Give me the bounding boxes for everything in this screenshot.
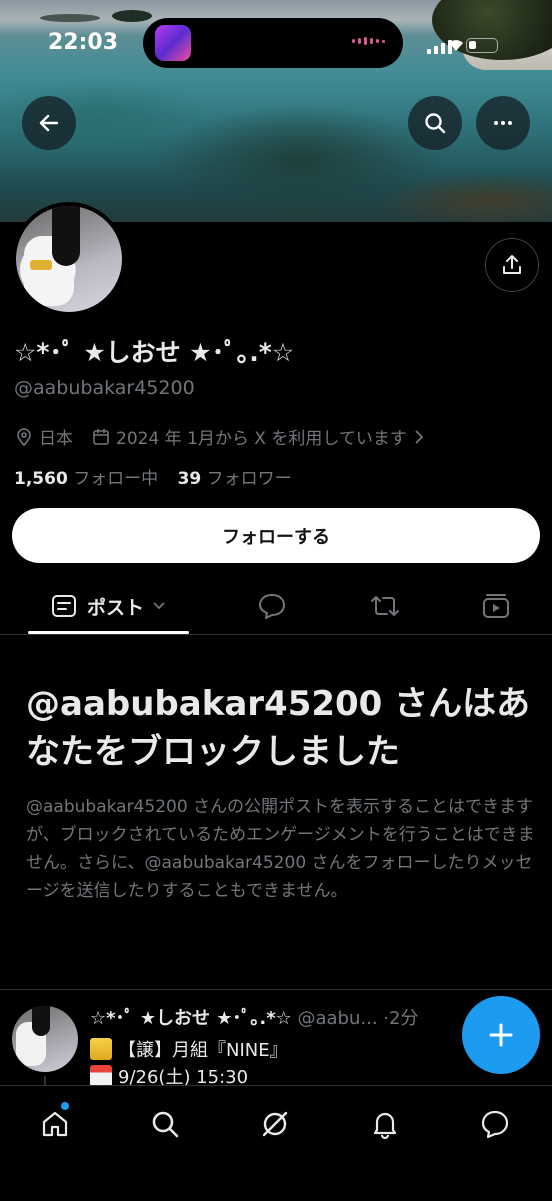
nav-messages[interactable] [475,1104,515,1144]
avatar-hair [32,1006,50,1036]
grok-icon [262,1111,288,1137]
messages-icon [481,1110,509,1139]
avatar-hair [52,206,80,266]
blocked-title: @aabubakar45200 さんはあなたをブロックしました [26,684,531,772]
post-time: ·2分 [383,1008,419,1029]
profile-avatar[interactable] [12,202,126,316]
followers-link[interactable]: 39 フォロワー [178,469,292,489]
share-icon [503,255,521,274]
chevron-down-icon [153,602,165,610]
following-link[interactable]: 1,560 フォロー中 [14,469,164,489]
profile-display-name: ☆*･ﾟ ★しおせ ★･ﾟ｡.*☆ [14,338,295,367]
status-bar: 22:03 [0,18,552,68]
posts-icon [51,595,76,617]
reply-icon [259,594,285,619]
profile-meta: 日本 2024 年 1月から X を利用しています [14,424,430,449]
tabs-divider [0,634,552,635]
now-playing-app-icon[interactable] [155,25,191,61]
home-notification-dot [61,1102,69,1110]
bottom-navigation [0,1085,552,1201]
ticket-emoji-icon [90,1038,112,1060]
back-button[interactable] [22,96,76,150]
blocked-body: @aabubakar45200 さんの公開ポストを表示することはできますが、ブロ… [26,797,535,901]
audio-wave-icon [352,37,385,45]
tab-reposts[interactable] [345,578,425,634]
post-header: ☆*･ﾟ ★しおせ ★･ﾟ｡.*☆ @aabu... ·2分 [90,1004,418,1030]
post-author-name[interactable]: ☆*･ﾟ ★しおせ ★･ﾟ｡.*☆ [90,1008,292,1029]
tab-replies[interactable] [232,578,312,634]
post-author-handle[interactable]: @aabu... [297,1008,377,1029]
more-button[interactable] [476,96,530,150]
compose-button[interactable] [462,996,540,1074]
search-icon [152,1111,179,1138]
plus-icon [489,1023,513,1047]
location-icon [14,427,34,447]
battery-icon [466,38,498,53]
status-time: 22:03 [48,30,119,55]
notifications-icon [373,1112,397,1140]
dynamic-island[interactable] [143,18,403,68]
share-button[interactable] [485,238,539,292]
nav-home[interactable] [35,1102,75,1144]
home-icon [42,1111,68,1137]
follow-button[interactable]: フォローする [12,508,540,563]
wifi-icon [449,40,463,51]
post-line1-text: 【譲】月組『NINE』 [118,1040,288,1061]
followers-label: フォロワー [206,469,292,489]
following-count: 1,560 [14,469,68,489]
avatar-shirt-print [30,260,52,270]
calendar-icon [91,427,111,447]
repost-icon [371,596,399,616]
nav-grok[interactable] [255,1104,295,1144]
profile-tabs: ポスト [0,578,552,634]
search-button[interactable] [408,96,462,150]
profile-joined: 2024 年 1月から X を利用しています [116,429,407,449]
tab-posts[interactable]: ポスト [28,578,189,634]
arrow-left-icon [39,114,59,132]
post-text-line-1: 【譲】月組『NINE』 [90,1036,288,1062]
chevron-right-icon[interactable] [413,429,425,445]
profile-location: 日本 [39,429,73,449]
profile-handle: @aabubakar45200 [14,377,195,399]
media-icon [483,594,509,618]
post-author-avatar[interactable] [12,1006,78,1072]
tab-posts-label: ポスト [86,596,144,619]
tab-media[interactable] [456,578,536,634]
calendar-emoji-icon [90,1065,112,1087]
followers-count: 39 [177,469,202,489]
following-label: フォロー中 [73,469,159,489]
search-icon [425,113,446,134]
nav-notifications[interactable] [365,1104,405,1144]
follow-stats: 1,560 フォロー中 39 フォロワー [14,464,292,489]
nav-search[interactable] [145,1104,185,1144]
more-horizontal-icon [494,121,512,125]
